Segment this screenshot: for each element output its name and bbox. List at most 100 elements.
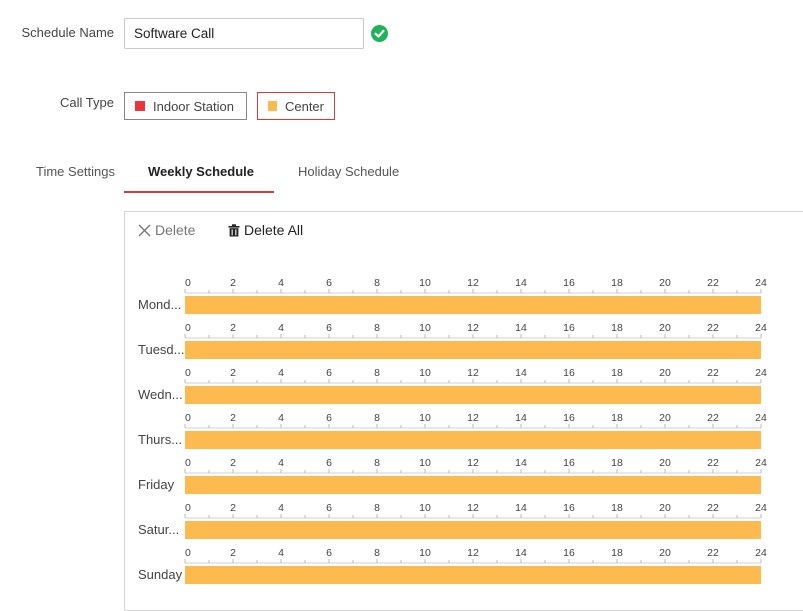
hour-tick-label: 8 (374, 277, 380, 289)
hour-tick-label: 12 (467, 367, 479, 379)
hour-tick-label: 2 (230, 322, 236, 334)
schedule-segment[interactable] (185, 521, 761, 539)
hour-tick-label: 10 (419, 547, 431, 559)
hour-tick-label: 24 (755, 547, 767, 559)
hour-tick-label: 6 (326, 322, 332, 334)
hour-tick-label: 22 (707, 367, 719, 379)
hour-tick-label: 20 (659, 457, 671, 469)
hour-tick-label: 18 (611, 322, 623, 334)
hour-tick-label: 10 (419, 412, 431, 424)
hour-tick-label: 20 (659, 277, 671, 289)
hour-tick-label: 14 (515, 412, 527, 424)
hour-tick-label: 24 (755, 457, 767, 469)
hour-tick-label: 6 (326, 547, 332, 559)
hour-tick-label: 24 (755, 502, 767, 514)
hour-tick-label: 24 (755, 412, 767, 424)
schedule-timeline-svg: 0 2 4 6 8 10 12 14 16 18 20 22 240 2 4 6 8 10 12 14 16 18 20 22… (184, 277, 767, 584)
hour-tick-label: 4 (278, 367, 284, 379)
hour-tick-label: 14 (515, 367, 527, 379)
day-label[interactable]: Satur... (138, 522, 179, 537)
hour-tick-label: 20 (659, 322, 671, 334)
hour-tick-label: 18 (611, 412, 623, 424)
hour-tick-label: 14 (515, 547, 527, 559)
hour-tick-label: 22 (707, 277, 719, 289)
hour-tick-label: 4 (278, 547, 284, 559)
hour-tick-label: 0 (185, 502, 191, 514)
hour-tick-label: 2 (230, 277, 236, 289)
hour-tick-label: 2 (230, 457, 236, 469)
day-label[interactable]: Tuesd... (138, 342, 184, 357)
hour-tick-label: 10 (419, 457, 431, 469)
hour-tick-label: 14 (515, 322, 527, 334)
hour-tick-label: 20 (659, 412, 671, 424)
hour-tick-label: 8 (374, 457, 380, 469)
hour-tick-label: 4 (278, 322, 284, 334)
hour-tick-label: 22 (707, 457, 719, 469)
hour-tick-label: 12 (467, 547, 479, 559)
hour-tick-label: 4 (278, 502, 284, 514)
hour-tick-label: 0 (185, 367, 191, 379)
hour-tick-label: 12 (467, 412, 479, 424)
hour-tick-label: 4 (278, 277, 284, 289)
hour-tick-label: 2 (230, 367, 236, 379)
hour-tick-label: 22 (707, 412, 719, 424)
hour-tick-label: 16 (563, 457, 575, 469)
hour-tick-label: 12 (467, 457, 479, 469)
hour-tick-label: 0 (185, 457, 191, 469)
schedule-segment[interactable] (185, 431, 761, 449)
hour-tick-label: 0 (185, 277, 191, 289)
hour-tick-label: 8 (374, 322, 380, 334)
hour-tick-label: 16 (563, 277, 575, 289)
schedule-segment[interactable] (185, 296, 761, 314)
hour-tick-label: 4 (278, 412, 284, 424)
hour-tick-label: 6 (326, 412, 332, 424)
hour-tick-label: 6 (326, 502, 332, 514)
hour-tick-label: 6 (326, 457, 332, 469)
day-label[interactable]: Wedn... (138, 387, 183, 402)
hour-tick-label: 20 (659, 367, 671, 379)
hour-tick-label: 16 (563, 547, 575, 559)
hour-tick-label: 22 (707, 547, 719, 559)
hour-tick-label: 14 (515, 277, 527, 289)
schedule-segment[interactable] (185, 386, 761, 404)
hour-tick-label: 16 (563, 367, 575, 379)
hour-tick-label: 4 (278, 457, 284, 469)
day-label[interactable]: Thurs... (138, 432, 182, 447)
hour-tick-label: 0 (185, 547, 191, 559)
hour-tick-label: 16 (563, 502, 575, 514)
hour-tick-label: 14 (515, 502, 527, 514)
hour-tick-label: 14 (515, 457, 527, 469)
weekly-schedule-grid: 0 2 4 6 8 10 12 14 16 18 20 22 24 0 2 4 6 8 10 12 14 16 18 20 22… (0, 0, 803, 611)
hour-tick-label: 20 (659, 502, 671, 514)
schedule-segment[interactable] (185, 341, 761, 359)
hour-tick-label: 0 (185, 412, 191, 424)
hour-tick-label: 10 (419, 502, 431, 514)
hour-tick-label: 8 (374, 367, 380, 379)
hour-tick-label: 22 (707, 502, 719, 514)
hour-tick-label: 2 (230, 547, 236, 559)
hour-tick-label: 0 (185, 322, 191, 334)
hour-tick-label: 10 (419, 322, 431, 334)
hour-tick-label: 12 (467, 322, 479, 334)
hour-tick-label: 22 (707, 322, 719, 334)
hour-tick-label: 8 (374, 547, 380, 559)
hour-tick-label: 6 (326, 367, 332, 379)
schedule-segment[interactable] (185, 566, 761, 584)
hour-tick-label: 16 (563, 322, 575, 334)
day-label[interactable]: Friday (138, 477, 174, 492)
hour-tick-label: 24 (755, 367, 767, 379)
day-label[interactable]: Sunday (138, 567, 182, 582)
hour-tick-label: 18 (611, 367, 623, 379)
hour-tick-label: 12 (467, 502, 479, 514)
hour-tick-label: 24 (755, 322, 767, 334)
hour-tick-label: 8 (374, 502, 380, 514)
hour-tick-label: 20 (659, 547, 671, 559)
schedule-segment[interactable] (185, 476, 761, 494)
hour-tick-label: 10 (419, 277, 431, 289)
hour-tick-label: 2 (230, 502, 236, 514)
hour-tick-label: 12 (467, 277, 479, 289)
hour-tick-label: 18 (611, 547, 623, 559)
day-label[interactable]: Mond... (138, 297, 181, 312)
hour-tick-label: 8 (374, 412, 380, 424)
hour-tick-label: 24 (755, 277, 767, 289)
